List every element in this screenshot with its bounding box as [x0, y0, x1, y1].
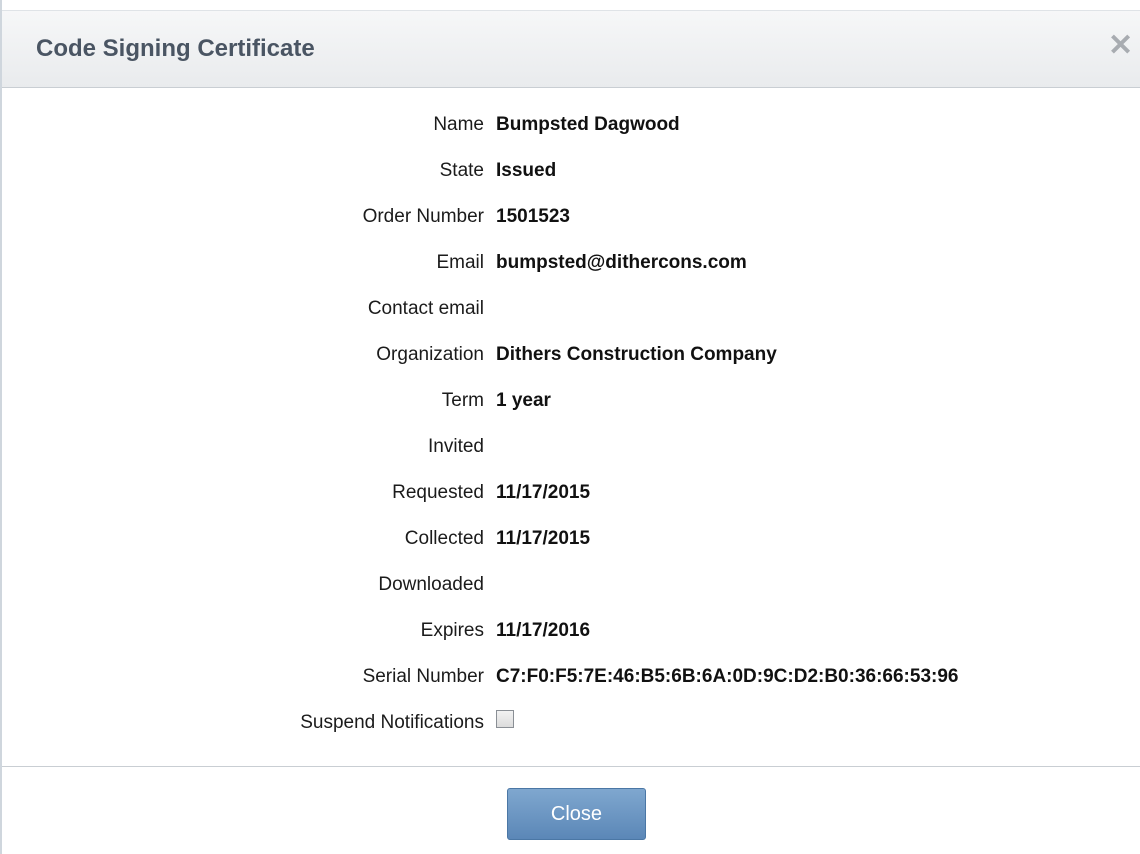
order-number-label: Order Number	[362, 206, 484, 227]
row-suspend-notifications: Suspend Notifications	[2, 698, 1140, 744]
state-label: State	[439, 160, 484, 181]
collected-value: 11/17/2015	[496, 528, 591, 549]
term-label: Term	[441, 390, 484, 411]
order-number-value: 1501523	[496, 206, 570, 227]
contact-email-label: Contact email	[367, 298, 484, 319]
organization-label: Organization	[376, 344, 484, 365]
requested-value: 11/17/2015	[496, 482, 591, 503]
row-organization: Organization Dithers Construction Compan…	[2, 330, 1140, 376]
state-value: Issued	[496, 160, 557, 181]
collected-label: Collected	[404, 528, 484, 549]
row-serial-number: Serial Number C7:F0:F5:7E:46:B5:6B:6A:0D…	[2, 652, 1140, 698]
name-label: Name	[433, 114, 484, 135]
row-requested: Requested 11/17/2015	[2, 468, 1140, 514]
close-icon[interactable]: ✕	[1108, 31, 1133, 61]
requested-label: Requested	[392, 482, 484, 503]
row-contact-email: Contact email	[2, 284, 1140, 330]
row-order-number: Order Number 1501523	[2, 192, 1140, 238]
expires-label: Expires	[420, 620, 484, 641]
close-button[interactable]: Close	[507, 788, 646, 840]
invited-label: Invited	[428, 436, 484, 457]
term-value: 1 year	[496, 390, 551, 411]
row-state: State Issued	[2, 146, 1140, 192]
row-email: Email bumpsted@dithercons.com	[2, 238, 1140, 284]
row-invited: Invited	[2, 422, 1140, 468]
expires-value: 11/17/2016	[496, 620, 591, 641]
footer-divider	[2, 766, 1140, 767]
row-downloaded: Downloaded	[2, 560, 1140, 606]
name-value: Bumpsted Dagwood	[496, 114, 680, 135]
suspend-notifications-checkbox[interactable]	[496, 710, 514, 728]
suspend-notifications-label: Suspend Notifications	[300, 712, 484, 733]
row-expires: Expires 11/17/2016	[2, 606, 1140, 652]
row-term: Term 1 year	[2, 376, 1140, 422]
row-collected: Collected 11/17/2015	[2, 514, 1140, 560]
dialog-header: Code Signing Certificate ✕	[2, 10, 1140, 88]
serial-number-value: C7:F0:F5:7E:46:B5:6B:6A:0D:9C:D2:B0:36:6…	[496, 666, 959, 687]
row-name: Name Bumpsted Dagwood	[2, 100, 1140, 146]
email-label: Email	[436, 252, 484, 273]
email-value: bumpsted@dithercons.com	[496, 252, 747, 273]
dialog-title: Code Signing Certificate	[36, 35, 315, 62]
serial-number-label: Serial Number	[362, 666, 484, 687]
downloaded-label: Downloaded	[378, 574, 484, 595]
organization-value: Dithers Construction Company	[496, 344, 777, 365]
certificate-dialog: Code Signing Certificate ✕ Name Bumpsted…	[0, 0, 1140, 854]
